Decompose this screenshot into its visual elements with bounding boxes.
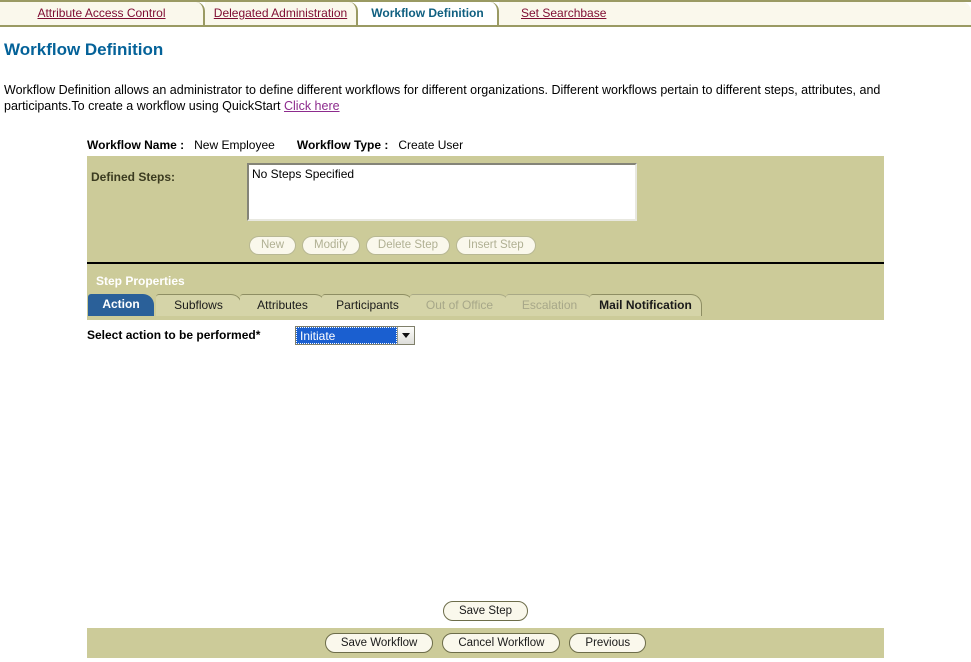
defined-steps-button-row: New Modify Delete Step Insert Step xyxy=(249,236,536,255)
previous-button[interactable]: Previous xyxy=(569,633,647,653)
tab-mail-notification[interactable]: Mail Notification xyxy=(590,294,702,316)
save-workflow-button[interactable]: Save Workflow xyxy=(324,633,434,653)
tab-mail-notification-label: Mail Notification xyxy=(599,298,692,312)
tab-participants-label: Participants xyxy=(336,298,399,312)
tab-set-searchbase[interactable]: Set Searchbase xyxy=(499,2,971,25)
defined-steps-panel: Defined Steps: No Steps Specified New Mo… xyxy=(87,156,884,262)
save-step-button[interactable]: Save Step xyxy=(442,601,529,621)
new-step-button[interactable]: New xyxy=(249,236,297,255)
tab-participants[interactable]: Participants xyxy=(322,294,414,316)
tab-attribute-access-control-label: Attribute Access Control xyxy=(37,6,166,20)
step-properties-panel: Step Properties Action Subflows Attribut… xyxy=(87,264,884,320)
workflow-name-label: Workflow Name : xyxy=(87,138,185,152)
tab-subflows-label: Subflows xyxy=(174,298,223,312)
tab-workflow-definition[interactable]: Workflow Definition xyxy=(358,2,499,25)
tab-delegated-administration[interactable]: Delegated Administration xyxy=(205,2,358,25)
footer-bar: Save Workflow Cancel Workflow Previous xyxy=(87,628,884,658)
tab-escalation-label: Escalation xyxy=(521,298,578,312)
tab-delegated-administration-label: Delegated Administration xyxy=(213,6,348,20)
primary-tab-bar: Attribute Access Control Delegated Admin… xyxy=(0,0,971,27)
tab-action[interactable]: Action xyxy=(88,294,154,316)
defined-steps-list-text: No Steps Specified xyxy=(252,167,355,181)
modify-step-button[interactable]: Modify xyxy=(302,236,360,255)
tab-workflow-definition-label: Workflow Definition xyxy=(371,6,484,20)
tab-set-searchbase-label: Set Searchbase xyxy=(521,6,607,20)
workflow-type-label: Workflow Type : xyxy=(296,138,389,152)
tab-out-of-office: Out of Office xyxy=(410,294,510,316)
step-properties-title: Step Properties xyxy=(96,274,185,288)
tab-out-of-office-label: Out of Office xyxy=(425,298,494,312)
save-step-row: Save Step xyxy=(0,601,971,621)
tab-escalation: Escalation xyxy=(506,294,594,316)
tab-action-label: Action xyxy=(102,297,140,311)
chevron-down-icon xyxy=(397,327,414,344)
action-select-value: Initiate xyxy=(296,327,397,344)
insert-step-button[interactable]: Insert Step xyxy=(456,236,536,255)
defined-steps-label: Defined Steps: xyxy=(91,170,176,184)
page-description: Workflow Definition allows an administra… xyxy=(4,82,924,114)
action-select[interactable]: Initiate xyxy=(295,326,415,345)
page-title: Workflow Definition xyxy=(4,40,164,59)
tab-attributes[interactable]: Attributes xyxy=(240,294,326,316)
tab-attribute-access-control[interactable]: Attribute Access Control xyxy=(0,2,205,25)
cancel-workflow-button[interactable]: Cancel Workflow xyxy=(442,633,561,653)
tab-attributes-label: Attributes xyxy=(257,298,308,312)
delete-step-button[interactable]: Delete Step xyxy=(365,236,450,255)
page-description-text: Workflow Definition allows an administra… xyxy=(4,83,881,113)
workflow-name-value: New Employee xyxy=(194,138,275,152)
select-action-label: Select action to be performed* xyxy=(87,328,261,342)
workflow-type-value: Create User xyxy=(398,138,464,152)
quickstart-click-here-link[interactable]: Click here xyxy=(284,99,340,113)
defined-steps-list[interactable]: No Steps Specified xyxy=(247,163,637,221)
workflow-meta: Workflow Name : New Employee Workflow Type… xyxy=(87,138,463,152)
tab-subflows[interactable]: Subflows xyxy=(156,294,242,316)
